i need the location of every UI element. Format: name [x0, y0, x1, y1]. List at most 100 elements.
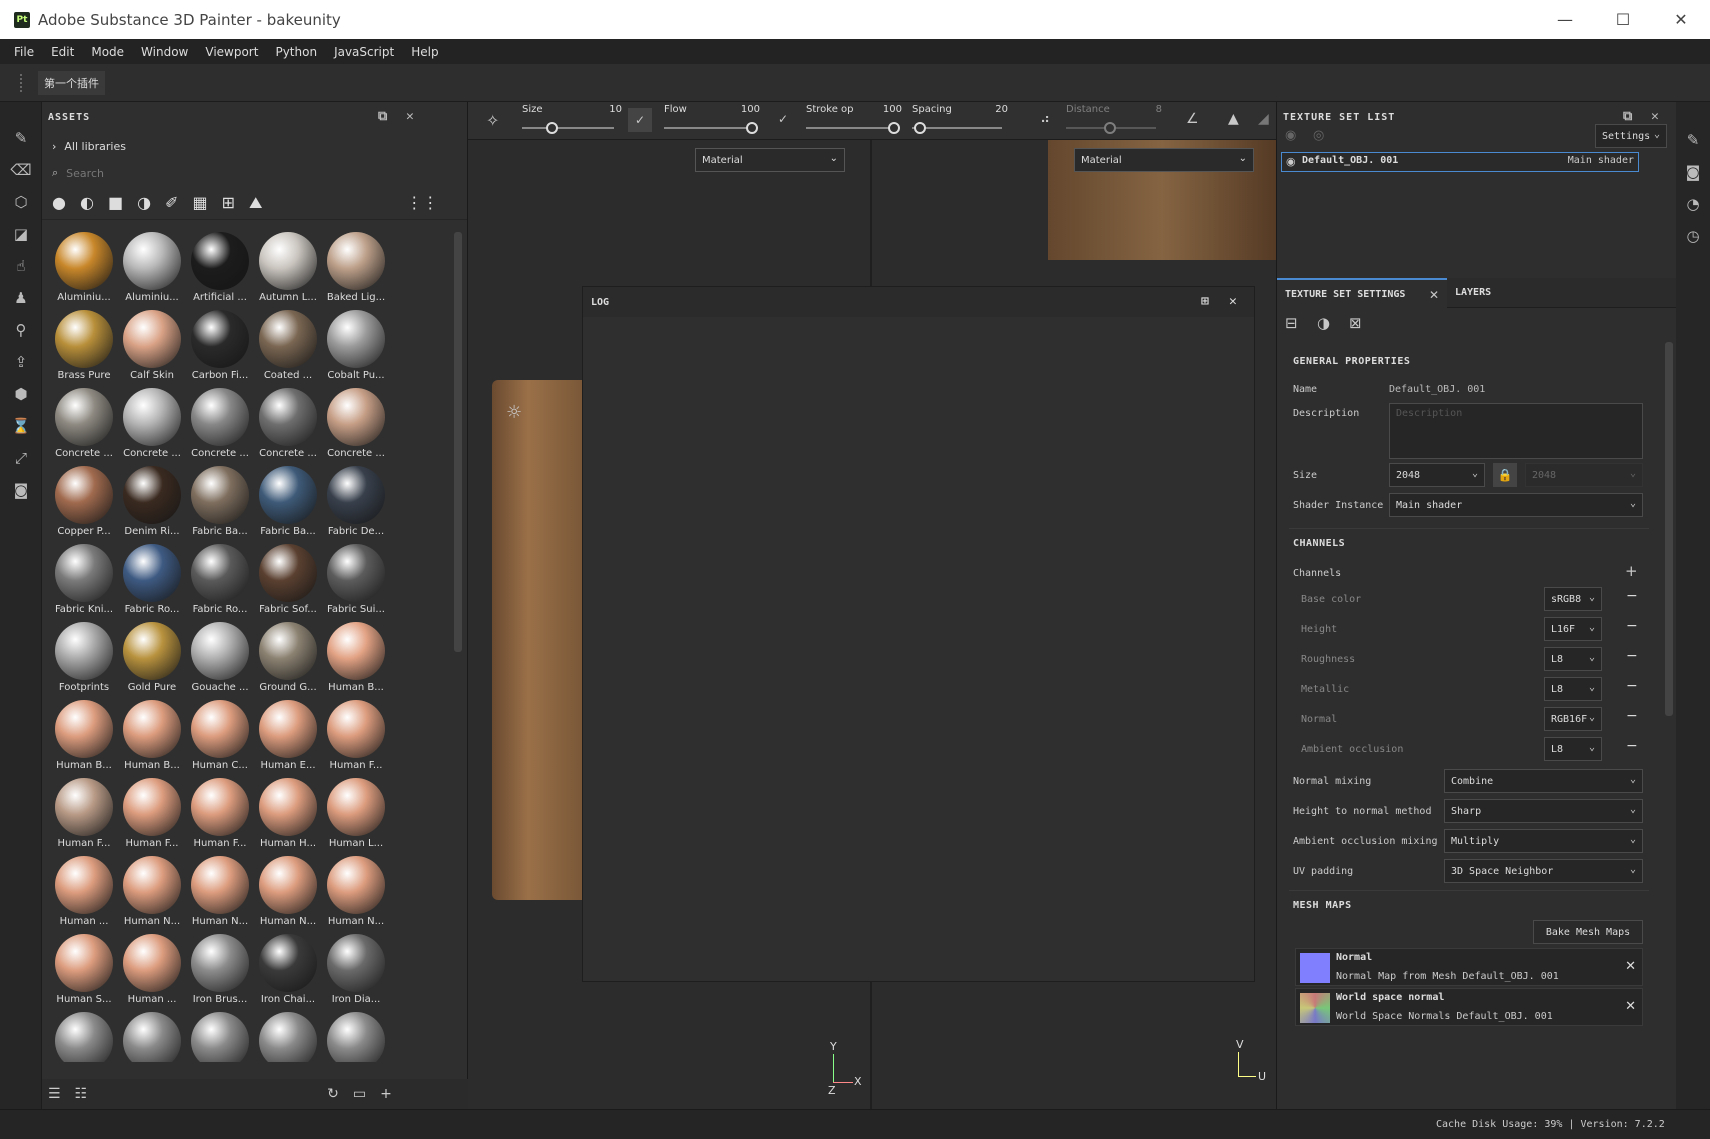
tab-texture-set-settings[interactable]: TEXTURE SET SETTINGS ✕	[1277, 278, 1447, 308]
maximize-button[interactable]: ☐	[1594, 0, 1652, 39]
float-panel-icon[interactable]: ⧉	[378, 109, 388, 124]
close-panel-icon[interactable]: ✕	[406, 109, 415, 124]
asset-item[interactable]: Human N...	[254, 856, 322, 934]
stroke-opacity-slider[interactable]: Stroke op 100	[806, 102, 902, 140]
menu-edit[interactable]: Edit	[51, 45, 74, 59]
shelf-icon[interactable]: ✎	[1676, 124, 1710, 156]
menu-file[interactable]: File	[14, 45, 34, 59]
channel-format-dropdown[interactable]: RGB16F ⌄	[1544, 707, 1602, 731]
asset-item[interactable]: Iron Brus...	[186, 934, 254, 1012]
viewer-settings-icon[interactable]: ◔	[1676, 188, 1710, 220]
menu-viewport[interactable]: Viewport	[205, 45, 258, 59]
asset-item[interactable]: Fabric De...	[322, 466, 390, 544]
asset-item[interactable]: Human B...	[118, 700, 186, 778]
log-content[interactable]	[583, 317, 1254, 981]
measure-icon[interactable]: ⌛	[0, 410, 42, 442]
list-view-icon[interactable]: ☰	[48, 1086, 61, 1102]
channel-format-dropdown[interactable]: L16F ⌄	[1544, 617, 1602, 641]
folder-icon[interactable]: ▭	[353, 1086, 366, 1102]
asset-item[interactable]: Concrete ...	[118, 388, 186, 466]
more-options-icon[interactable]: ◢	[1258, 111, 1269, 127]
asset-item[interactable]: Aluminiu...	[118, 232, 186, 310]
search-input[interactable]: Search	[66, 167, 104, 180]
size-slider[interactable]: Size 10	[522, 102, 622, 140]
size-pressure-icon[interactable]: ✓	[628, 108, 652, 132]
asset-item[interactable]: Footprints	[50, 622, 118, 700]
asset-item[interactable]: Human F...	[118, 778, 186, 856]
ao-mixing-dropdown[interactable]: Multiply ⌄	[1444, 829, 1643, 853]
asset-item[interactable]: Fabric Ro...	[118, 544, 186, 622]
flow-knob[interactable]	[746, 122, 758, 134]
asset-item[interactable]: Copper P...	[50, 466, 118, 544]
asset-item[interactable]: Human N...	[322, 856, 390, 934]
size-dropdown-2[interactable]: 2048 ⌄	[1525, 463, 1643, 487]
asset-item[interactable]: Iron Pow...	[322, 1012, 390, 1062]
asset-item[interactable]: Baked Lig...	[322, 232, 390, 310]
spacing-slider[interactable]: Spacing 20	[912, 102, 1008, 140]
flow-pressure-icon[interactable]: ✓	[778, 112, 788, 126]
asset-item[interactable]: Human ...	[50, 856, 118, 934]
asset-item[interactable]: Artificial ...	[186, 232, 254, 310]
asset-item[interactable]: Aluminiu...	[50, 232, 118, 310]
asset-item[interactable]: Iron Grin...	[186, 1012, 254, 1062]
viewport-mode-dropdown-left[interactable]: Material ⌄	[695, 148, 845, 172]
asset-item[interactable]: Human C...	[186, 700, 254, 778]
mesh-map-item[interactable]: World space normal World Space Normals D…	[1295, 988, 1643, 1026]
normal-mixing-dropdown[interactable]: Combine ⌄	[1444, 769, 1643, 793]
stroke-knob[interactable]	[888, 122, 900, 134]
asset-item[interactable]: Coated ...	[254, 310, 322, 388]
eye-icon[interactable]: ◉	[1286, 155, 1296, 168]
add-icon[interactable]: +	[380, 1086, 392, 1102]
display-settings-icon[interactable]: ◙	[1676, 156, 1710, 188]
size-dropdown[interactable]: 2048 ⌄	[1389, 463, 1485, 487]
add-channel-icon[interactable]: +	[1625, 562, 1638, 580]
remove-channel-icon[interactable]: −	[1626, 708, 1638, 724]
solo-icon[interactable]: ◎	[1313, 128, 1324, 143]
mask-filter-icon[interactable]: ■	[108, 193, 123, 212]
bake-icon[interactable]: ⬢	[0, 378, 42, 410]
tree-view-icon[interactable]: ☷	[75, 1086, 88, 1102]
size-value[interactable]: 10	[609, 104, 622, 115]
procedural-filter-icon[interactable]: ◑	[137, 193, 151, 212]
paint-brush-icon[interactable]: ✎	[0, 122, 42, 154]
channel-format-dropdown[interactable]: sRGB8 ⌄	[1544, 587, 1602, 611]
distance-knob[interactable]	[1104, 122, 1116, 134]
mesh-map-item[interactable]: Normal Normal Map from Mesh Default_OBJ.…	[1295, 948, 1643, 986]
remove-map-icon[interactable]: ✕	[1625, 959, 1636, 974]
spacing-value[interactable]: 20	[995, 104, 1008, 115]
smart-material-filter-icon[interactable]: ◐	[80, 193, 94, 212]
asset-item[interactable]: Calf Skin	[118, 310, 186, 388]
toolbar-grip-icon[interactable]	[20, 74, 22, 92]
close-panel-icon[interactable]: ✕	[1651, 109, 1660, 124]
asset-item[interactable]: Concrete ...	[186, 388, 254, 466]
transform-icon[interactable]: ⤢	[0, 442, 42, 474]
asset-item[interactable]: Concrete ...	[254, 388, 322, 466]
size-knob[interactable]	[546, 122, 558, 134]
tab-layers[interactable]: LAYERS	[1447, 278, 1507, 308]
tab-close-icon[interactable]: ✕	[1429, 288, 1439, 302]
asset-item[interactable]: Gold Pure	[118, 622, 186, 700]
channel-format-dropdown[interactable]: L8 ⌄	[1544, 647, 1602, 671]
asset-item[interactable]: Iron Grainy...	[118, 1012, 186, 1062]
asset-item[interactable]: Human S...	[50, 934, 118, 1012]
asset-item[interactable]: Human N...	[186, 856, 254, 934]
grid-filter-icon[interactable]: ⊞	[222, 193, 235, 212]
asset-item[interactable]: Human N...	[118, 856, 186, 934]
asset-item[interactable]: Concrete ...	[50, 388, 118, 466]
asset-item[interactable]: Fabric Ba...	[254, 466, 322, 544]
asset-item[interactable]: Iron Ham...	[254, 1012, 322, 1062]
eraser-icon[interactable]: ⌫	[0, 154, 42, 186]
plugin-button[interactable]: 第一个插件	[38, 71, 105, 95]
brush-preset-icon[interactable]: ✧	[486, 111, 499, 130]
lock-icon[interactable]: 🔒	[1493, 463, 1517, 487]
remove-channel-icon[interactable]: −	[1626, 678, 1638, 694]
camera-icon[interactable]: ◙	[0, 474, 42, 506]
visibility-icon[interactable]: ◉	[1285, 128, 1296, 143]
name-value[interactable]: Default_OBJ. 001	[1389, 384, 1485, 395]
asset-item[interactable]: Fabric Ro...	[186, 544, 254, 622]
asset-item[interactable]: Human L...	[322, 778, 390, 856]
remove-channel-icon[interactable]: −	[1626, 738, 1638, 754]
asset-item[interactable]: Carbon Fi...	[186, 310, 254, 388]
channel-format-dropdown[interactable]: L8 ⌄	[1544, 677, 1602, 701]
dock-icon[interactable]: ⊞	[1201, 294, 1209, 309]
